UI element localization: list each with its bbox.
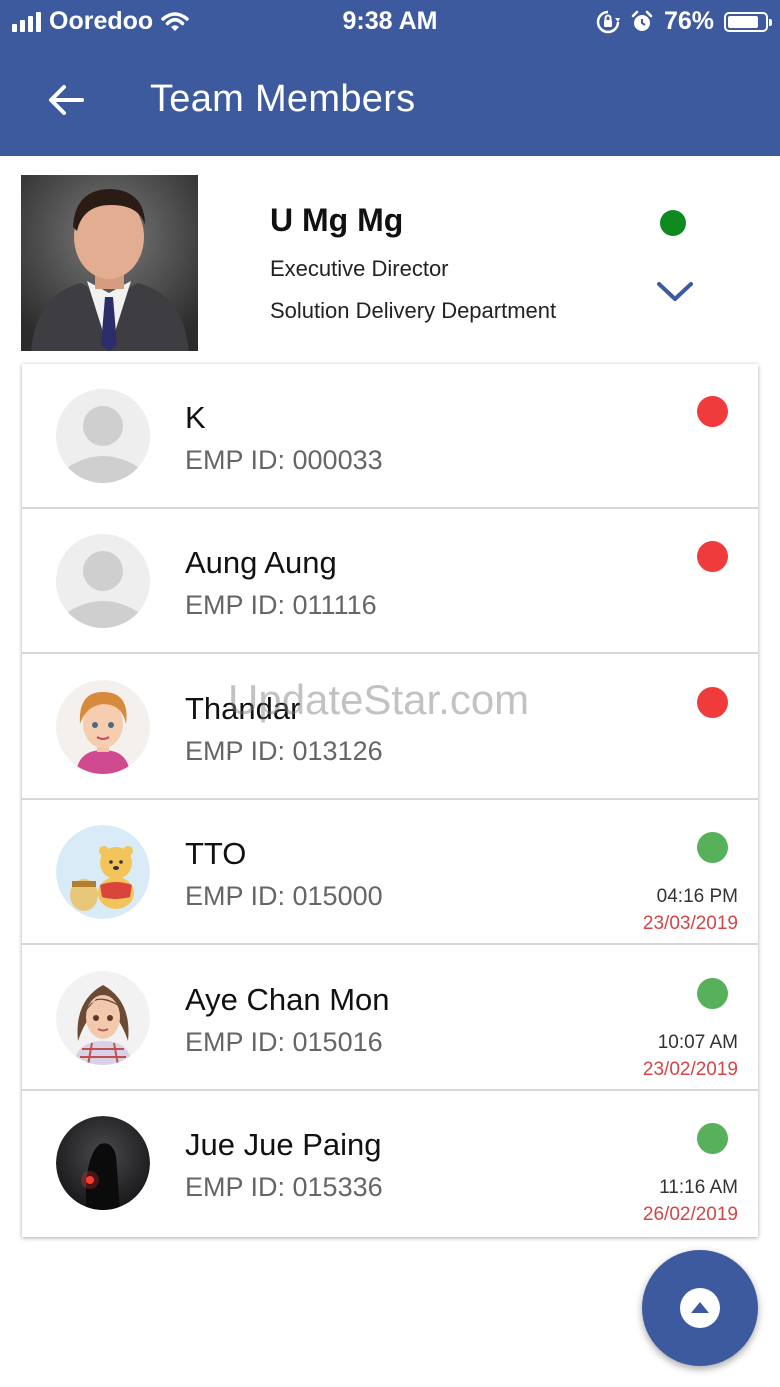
status-dot (697, 687, 728, 718)
status-dot (697, 396, 728, 427)
scroll-to-top-button[interactable] (642, 1250, 758, 1366)
status-dot (697, 1123, 728, 1154)
back-button[interactable] (44, 78, 88, 122)
profile-status-dot (660, 210, 686, 236)
battery-percent: 76% (663, 7, 714, 35)
app-bar: Ooredoo 9:38 AM 76% Team Members (0, 0, 780, 156)
member-emp-id: EMP ID: 000033 (185, 445, 383, 475)
member-row[interactable]: Aye Chan Mon EMP ID: 015016 10:07 AM 23/… (22, 946, 758, 1091)
arrow-left-icon (49, 85, 84, 115)
status-dot (697, 832, 728, 863)
member-emp-id: EMP ID: 011116 (185, 590, 377, 620)
last-seen-time: 10:07 AM (657, 1032, 738, 1053)
last-seen-date: 23/02/2019 (642, 1059, 738, 1080)
last-seen-time: 11:16 AM (659, 1177, 738, 1198)
status-dot (697, 541, 728, 572)
bear-avatar (56, 825, 150, 919)
member-name: Aung Aung (185, 545, 337, 580)
page-title: Team Members (150, 78, 416, 120)
member-emp-id: EMP ID: 013126 (185, 736, 383, 766)
status-bar: Ooredoo 9:38 AM 76% (0, 0, 780, 44)
team-member-list: K EMP ID: 000033 Aung Aung EMP ID: 01111… (22, 364, 758, 1237)
profile-department: Solution Delivery Department (270, 298, 557, 323)
member-name: Jue Jue Paing (185, 1127, 382, 1162)
current-user-profile: U Mg Mg Executive Director Solution Deli… (0, 156, 780, 361)
placeholder-avatar-icon (56, 534, 150, 628)
triangle-up-icon (680, 1288, 720, 1328)
member-emp-id: EMP ID: 015000 (185, 881, 383, 911)
last-seen-date: 23/03/2019 (642, 913, 738, 934)
placeholder-avatar-icon (56, 389, 150, 483)
cartoon-girl-avatar (56, 971, 150, 1065)
member-name: K (185, 400, 206, 435)
member-name: TTO (185, 836, 247, 871)
member-row[interactable]: Thandar EMP ID: 013126 (22, 655, 758, 800)
member-name: Thandar (185, 691, 301, 726)
chevron-down-icon (657, 282, 693, 301)
dark-figure-avatar (56, 1116, 150, 1210)
member-name: Aye Chan Mon (185, 982, 390, 1017)
status-dot (697, 978, 728, 1009)
profile-role: Executive Director (270, 256, 449, 281)
alarm-icon (631, 10, 653, 31)
member-row[interactable]: TTO EMP ID: 015000 04:16 PM 23/03/2019 (22, 800, 758, 945)
member-row[interactable]: Jue Jue Paing EMP ID: 015336 11:16 AM 26… (22, 1091, 758, 1236)
member-row[interactable]: Aung Aung EMP ID: 011116 (22, 509, 758, 654)
battery-icon (724, 11, 772, 32)
profile-name: U Mg Mg (270, 202, 404, 238)
last-seen-time: 04:16 PM (656, 886, 738, 907)
member-emp-id: EMP ID: 015016 (185, 1027, 383, 1057)
cartoon-woman-avatar (56, 680, 150, 774)
member-emp-id: EMP ID: 015336 (185, 1172, 383, 1202)
member-row[interactable]: K EMP ID: 000033 (22, 364, 758, 509)
expand-button[interactable] (654, 276, 696, 306)
profile-photo (21, 175, 198, 351)
rotation-lock-icon (596, 10, 620, 33)
last-seen-date: 26/02/2019 (642, 1204, 738, 1225)
